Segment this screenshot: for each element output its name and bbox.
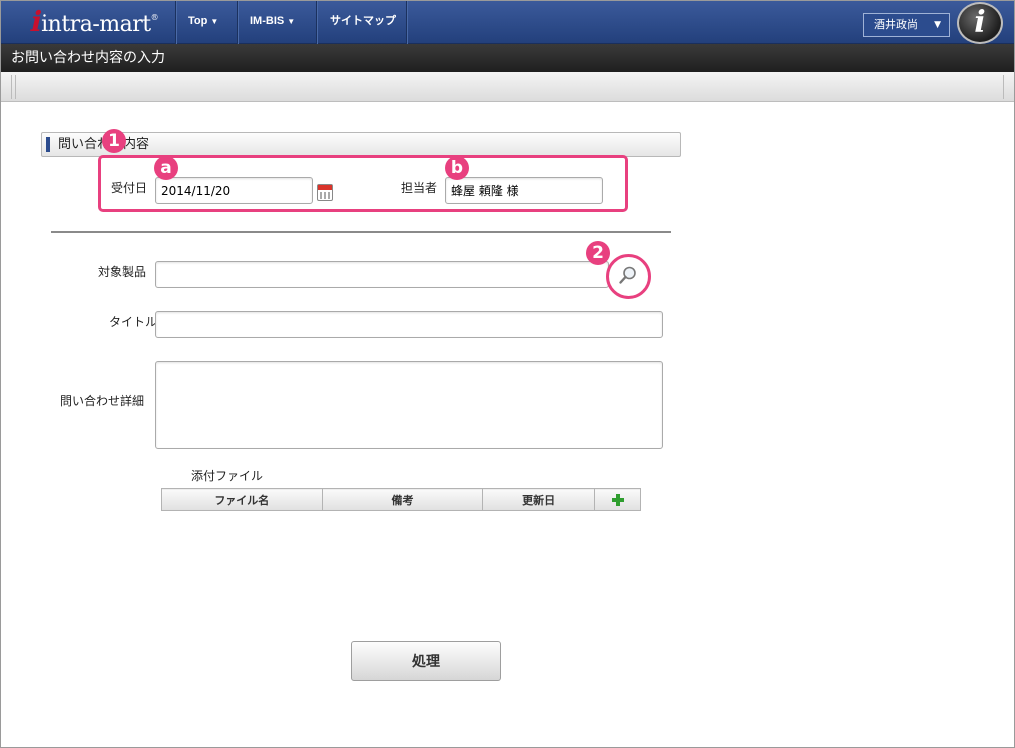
product-label: 対象製品	[98, 265, 147, 279]
nav-item-top[interactable]: Top ▼	[188, 1, 218, 44]
nav-item-im-bis-label: IM-BIS	[250, 15, 285, 27]
nav-item-im-bis[interactable]: IM-BIS ▼	[250, 1, 295, 44]
nav-separator	[316, 1, 317, 44]
nav-separator	[175, 1, 176, 44]
intra-mart-logo[interactable]: iintra-mart®	[28, 5, 159, 38]
nav-separator	[406, 1, 407, 44]
column-header-remarks: 備考	[321, 488, 484, 511]
nav-item-sitemap-label: サイトマップ	[330, 15, 396, 27]
chevron-down-icon: ▼	[287, 17, 296, 26]
title-input[interactable]	[155, 311, 663, 338]
attachments-table: ファイル名 備考 更新日	[161, 488, 641, 511]
annotation-highlight-circle	[606, 254, 651, 299]
annotation-badge-a: a	[154, 156, 178, 180]
annotation-badge-2: 2	[586, 241, 610, 265]
column-header-filename: ファイル名	[161, 488, 323, 511]
product-input[interactable]	[155, 261, 609, 288]
column-header-updated: 更新日	[482, 488, 596, 511]
user-menu-dropdown[interactable]: 酒井政尚 ▼	[863, 13, 950, 37]
toolbar-grip	[11, 75, 16, 99]
chevron-down-icon: ▼	[934, 20, 941, 30]
process-button[interactable]: 処理	[351, 641, 501, 681]
annotation-badge-1: 1	[102, 129, 126, 153]
annotation-highlight-box	[98, 155, 628, 212]
registered-mark: ®	[150, 13, 159, 22]
user-name: 酒井政尚	[874, 18, 918, 31]
page-title: お問い合わせ内容の入力	[1, 44, 1014, 72]
attachments-label: 添付ファイル	[191, 469, 264, 483]
title-label: タイトル	[109, 315, 158, 329]
section-header-inquiry: 問い合わせ内容	[41, 132, 681, 157]
logo-text: intra-mart	[41, 12, 151, 37]
info-icon[interactable]: i	[957, 2, 1003, 44]
plus-icon	[611, 494, 624, 506]
annotation-badge-b: b	[445, 156, 469, 180]
toolbar	[1, 72, 1014, 102]
chevron-down-icon: ▼	[210, 17, 219, 26]
form-divider	[51, 231, 671, 233]
nav-item-top-label: Top	[188, 15, 208, 27]
nav-item-sitemap[interactable]: サイトマップ	[330, 1, 396, 44]
top-navigation-bar: iintra-mart® Top ▼ IM-BIS ▼ サイトマップ 酒井政尚 ▼ …	[1, 1, 1014, 44]
nav-separator	[237, 1, 238, 44]
toolbar-divider	[1003, 75, 1004, 99]
detail-label: 問い合わせ詳細	[60, 394, 145, 408]
add-attachment-button[interactable]	[594, 488, 641, 511]
detail-textarea[interactable]	[155, 361, 663, 449]
